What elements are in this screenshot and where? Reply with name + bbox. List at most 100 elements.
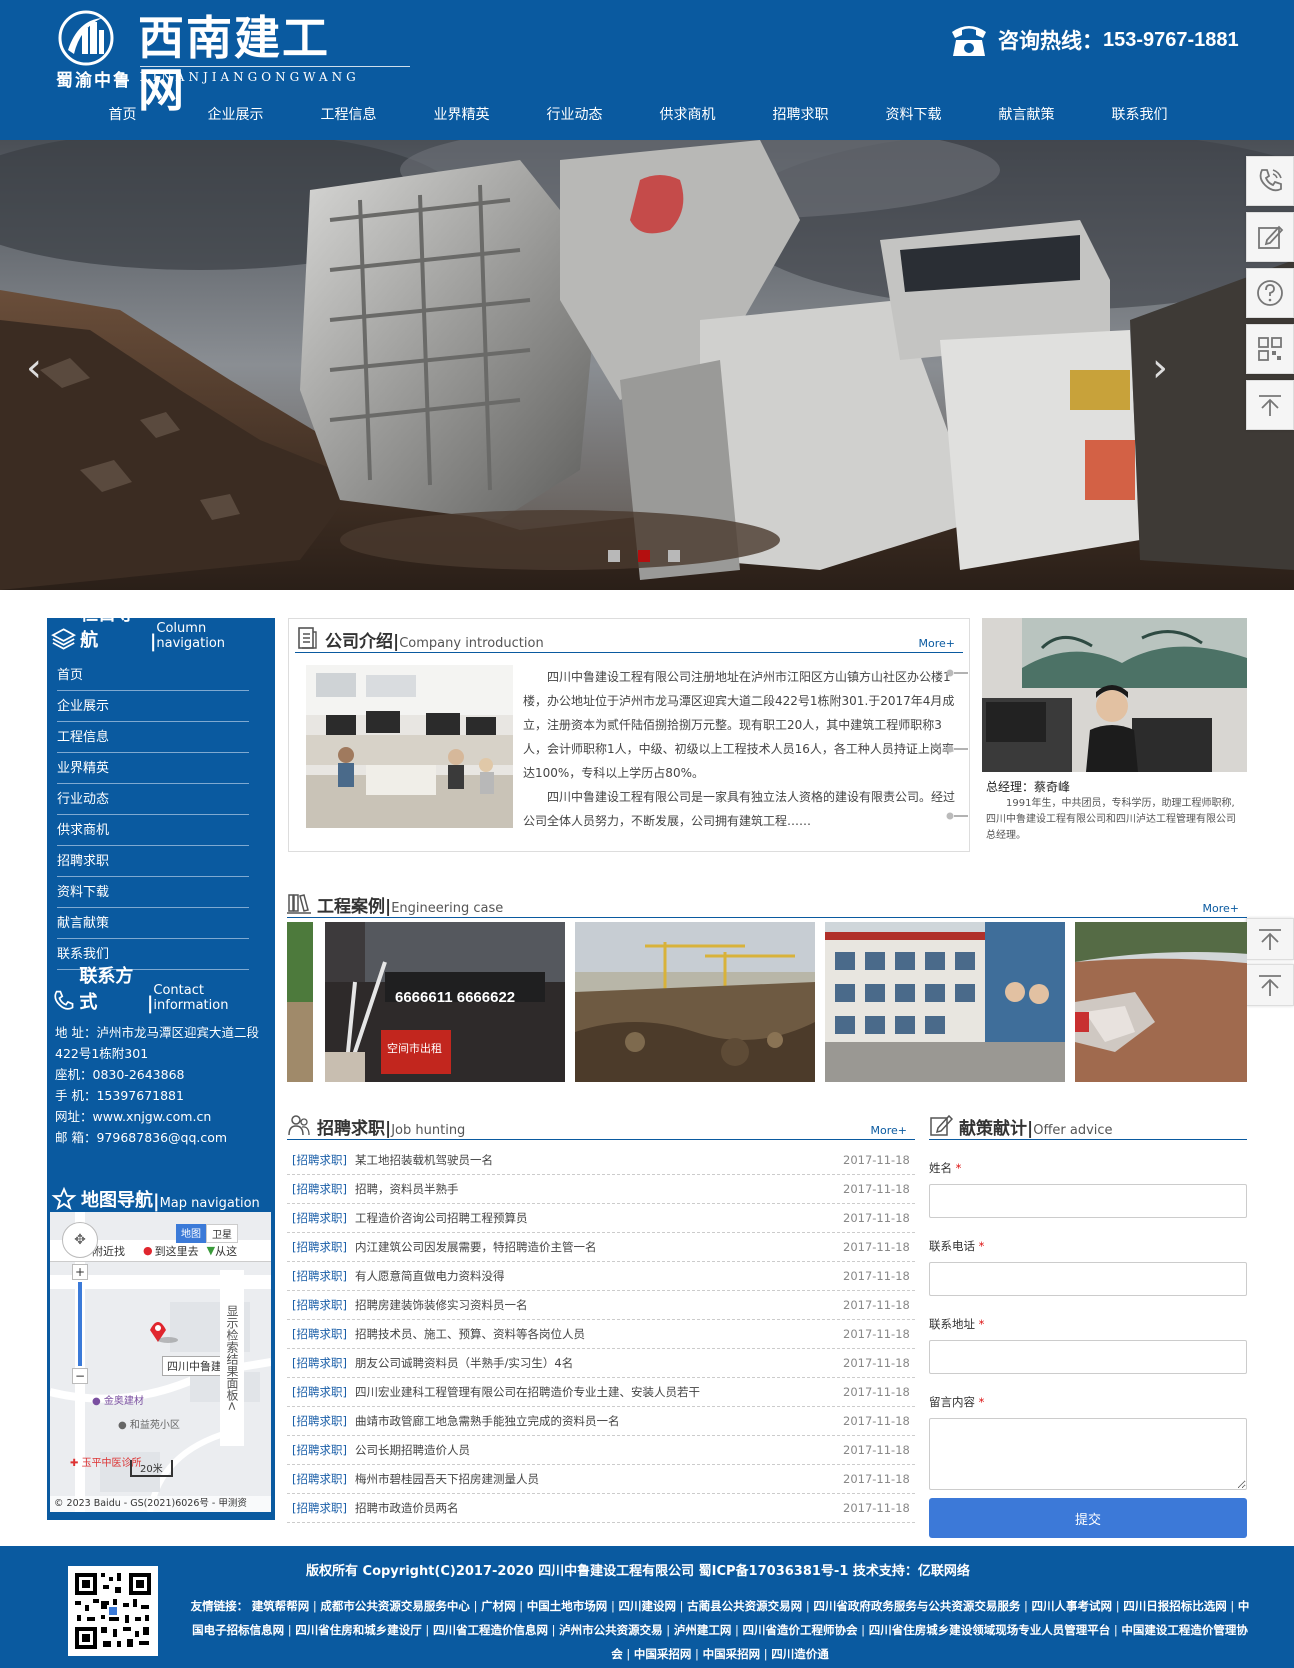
sidebar-item-home[interactable]: 首页 <box>57 660 249 691</box>
map-zoom-in-icon[interactable]: + <box>72 1264 88 1280</box>
address-field[interactable] <box>929 1340 1247 1374</box>
job-row[interactable]: [招聘求职] 有人愿意简直做电力资料没得 2017-11-18 <box>287 1262 915 1291</box>
friend-link[interactable]: 古蔺县公共资源交易网 <box>687 1599 802 1613</box>
job-tag[interactable]: [招聘求职] <box>287 1146 355 1174</box>
engineering-cases-more-link[interactable]: More+ <box>1203 902 1240 915</box>
job-tag[interactable]: [招聘求职] <box>287 1349 355 1377</box>
job-tag[interactable]: [招聘求职] <box>287 1436 355 1464</box>
baidu-map[interactable]: 附近找 ● 到这里去 ▼ 从这 地图 卫星 ✥ + − 四川中鲁建 ● 金奥建材… <box>50 1212 271 1512</box>
job-title[interactable]: 招聘技术员、施工、预算、资料等各岗位人员 <box>355 1320 843 1348</box>
job-title[interactable]: 曲靖市政管廊工地急需熟手能独立完成的资料员一名 <box>355 1407 843 1435</box>
nav-item-companies[interactable]: 企业展示 <box>179 98 292 132</box>
phone-field[interactable] <box>929 1262 1247 1296</box>
job-row[interactable]: [招聘求职] 招聘技术员、施工、预算、资料等各岗位人员 2017-11-18 <box>287 1320 915 1349</box>
banner-dot[interactable] <box>668 550 680 562</box>
site-logo[interactable]: 西南建工网 蜀渝中鲁 XINANJIANGONGWANG <box>56 8 410 116</box>
friend-link[interactable]: 四川省住房城乡建设领域现场专业人员管理平台 <box>869 1623 1111 1637</box>
banner-dot-active[interactable] <box>638 550 650 562</box>
job-row[interactable]: [招聘求职] 公司长期招聘造价人员 2017-11-18 <box>287 1436 915 1465</box>
job-row[interactable]: [招聘求职] 某工地招装载机驾驶员一名 2017-11-18 <box>287 1146 915 1175</box>
sidebar-item-advice[interactable]: 献言献策 <box>57 908 249 939</box>
job-tag[interactable]: [招聘求职] <box>287 1465 355 1493</box>
nav-item-jobs[interactable]: 招聘求职 <box>744 98 857 132</box>
friend-link[interactable]: 四川省造价工程师协会 <box>743 1623 858 1637</box>
float-help-button[interactable] <box>1246 268 1294 318</box>
job-title[interactable]: 公司长期招聘造价人员 <box>355 1436 843 1464</box>
job-title[interactable]: 内江建筑公司因发展需要，特招聘造价主管一名 <box>355 1233 843 1261</box>
case-item[interactable] <box>575 922 815 1082</box>
job-row[interactable]: [招聘求职] 工程造价咨询公司招聘工程预算员 2017-11-18 <box>287 1204 915 1233</box>
float-back-to-top-button[interactable] <box>1246 918 1294 960</box>
job-tag[interactable]: [招聘求职] <box>287 1204 355 1232</box>
job-row[interactable]: [招聘求职] 四川宏业建科工程管理有限公司在招聘造价专业土建、安装人员若干 2017… <box>287 1378 915 1407</box>
job-title[interactable]: 四川宏业建科工程管理有限公司在招聘造价专业土建、安装人员若干 <box>355 1378 843 1406</box>
job-title[interactable]: 有人愿意简直做电力资料没得 <box>355 1262 843 1290</box>
job-tag[interactable]: [招聘求职] <box>287 1494 355 1522</box>
float-back-to-top-button[interactable] <box>1246 964 1294 1006</box>
nav-item-elites[interactable]: 业界精英 <box>405 98 518 132</box>
map-from-button[interactable]: 从这 <box>215 1243 237 1259</box>
nav-item-business[interactable]: 供求商机 <box>631 98 744 132</box>
map-result-panel-toggle[interactable]: 显示检索结果面板< <box>220 1270 244 1446</box>
friend-link[interactable]: 中国采招网 <box>703 1647 761 1661</box>
friend-link[interactable]: 泸州建工网 <box>674 1623 732 1637</box>
job-row[interactable]: [招聘求职] 曲靖市政管廊工地急需熟手能独立完成的资料员一名 2017-11-18 <box>287 1407 915 1436</box>
job-title[interactable]: 招聘房建装饰装修实习资料员一名 <box>355 1291 843 1319</box>
friend-link[interactable]: 四川造价通 <box>771 1647 829 1661</box>
map-pan-control-icon[interactable]: ✥ <box>62 1222 98 1258</box>
sidebar-item-companies[interactable]: 企业展示 <box>57 691 249 722</box>
job-row[interactable]: [招聘求职] 内江建筑公司因发展需要，特招聘造价主管一名 2017-11-18 <box>287 1233 915 1262</box>
nav-item-news[interactable]: 行业动态 <box>518 98 631 132</box>
float-qrcode-button[interactable] <box>1246 324 1294 374</box>
job-row[interactable]: [招聘求职] 招聘房建装饰装修实习资料员一名 2017-11-18 <box>287 1291 915 1320</box>
case-item[interactable]: 6666611 6666622 空间市出租 <box>325 922 565 1082</box>
friend-link[interactable]: 四川日报招标比选网 <box>1123 1599 1227 1613</box>
job-tag[interactable]: [招聘求职] <box>287 1320 355 1348</box>
message-field[interactable] <box>929 1418 1247 1490</box>
nav-item-contact[interactable]: 联系我们 <box>1083 98 1196 132</box>
company-intro-more-link[interactable]: More+ <box>919 637 956 650</box>
nav-item-downloads[interactable]: 资料下载 <box>857 98 970 132</box>
friend-link[interactable]: 建筑帮帮网 <box>252 1599 310 1613</box>
job-row[interactable]: [招聘求职] 招聘市政造价员两名 2017-11-18 <box>287 1494 915 1523</box>
hero-banner[interactable]: ‹ › <box>0 140 1294 590</box>
banner-dot[interactable] <box>608 550 620 562</box>
submit-button[interactable]: 提交 <box>929 1498 1247 1538</box>
job-tag[interactable]: [招聘求职] <box>287 1378 355 1406</box>
friend-link[interactable]: 中国土地市场网 <box>527 1599 608 1613</box>
float-message-button[interactable] <box>1246 212 1294 262</box>
banner-prev-arrow-icon[interactable]: ‹ <box>26 348 42 388</box>
float-phone-button[interactable] <box>1246 156 1294 206</box>
sidebar-item-elites[interactable]: 业界精英 <box>57 753 249 784</box>
manager-photo[interactable] <box>982 618 1247 772</box>
sidebar-item-business[interactable]: 供求商机 <box>57 815 249 846</box>
nav-item-home[interactable]: 首页 <box>66 98 179 132</box>
job-title[interactable]: 梅州市碧桂园吾天下招房建测量人员 <box>355 1465 843 1493</box>
friend-link[interactable]: 泸州市公共资源交易 <box>559 1623 663 1637</box>
job-title[interactable]: 招聘，资料员半熟手 <box>355 1175 843 1203</box>
job-title[interactable]: 招聘市政造价员两名 <box>355 1494 843 1522</box>
friend-link[interactable]: 四川省住房和城乡建设厅 <box>295 1623 422 1637</box>
banner-next-arrow-icon[interactable]: › <box>1152 348 1168 388</box>
sidebar-item-news[interactable]: 行业动态 <box>57 784 249 815</box>
sidebar-item-projects[interactable]: 工程信息 <box>57 722 249 753</box>
nav-item-advice[interactable]: 献言献策 <box>970 98 1083 132</box>
job-title[interactable]: 工程造价咨询公司招聘工程预算员 <box>355 1204 843 1232</box>
case-item[interactable] <box>287 922 313 1082</box>
job-tag[interactable]: [招聘求职] <box>287 1291 355 1319</box>
map-zoom-slider[interactable] <box>78 1282 82 1366</box>
sidebar-item-jobs[interactable]: 招聘求职 <box>57 846 249 877</box>
job-row[interactable]: [招聘求职] 朋友公司诚聘资料员（半熟手/实习生）4名 2017-11-18 <box>287 1349 915 1378</box>
name-field[interactable] <box>929 1184 1247 1218</box>
job-tag[interactable]: [招聘求职] <box>287 1407 355 1435</box>
float-back-to-top-button[interactable] <box>1246 380 1294 430</box>
job-title[interactable]: 朋友公司诚聘资料员（半熟手/实习生）4名 <box>355 1349 843 1377</box>
case-item[interactable] <box>825 922 1065 1082</box>
friend-link[interactable]: 成都市公共资源交易服务中心 <box>320 1599 470 1613</box>
map-marker-label[interactable]: 四川中鲁建 <box>162 1356 227 1376</box>
map-goto-button[interactable]: 到这里去 <box>155 1243 199 1259</box>
company-office-photo[interactable] <box>306 665 513 828</box>
map-type-map[interactable]: 地图 <box>176 1224 206 1243</box>
job-row[interactable]: [招聘求职] 招聘，资料员半熟手 2017-11-18 <box>287 1175 915 1204</box>
friend-link[interactable]: 四川省工程造价信息网 <box>433 1623 548 1637</box>
